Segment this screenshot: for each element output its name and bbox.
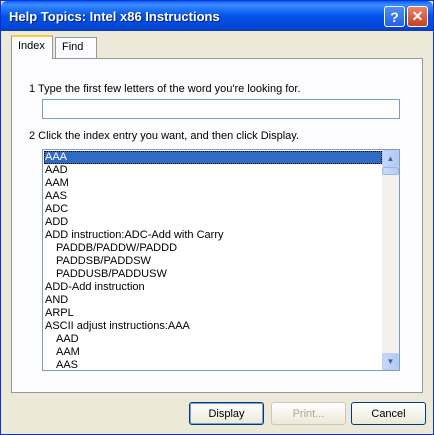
print-button[interactable]: Print... (271, 402, 346, 425)
index-list-item[interactable]: AAM (44, 177, 382, 190)
index-list-item[interactable]: AAM (44, 346, 382, 359)
cancel-button[interactable]: Cancel (351, 402, 426, 425)
index-list-item[interactable]: AND (44, 294, 382, 307)
display-button[interactable]: Display (189, 402, 264, 425)
index-list: AAA AAD AAM AAS ADC ADD ADD instruction:ADC-Ad… (44, 151, 382, 370)
scroll-up-icon[interactable]: ▲ (382, 150, 399, 167)
step1-instruction: 1 Type the first few letters of the word… (29, 83, 301, 95)
scroll-down-icon[interactable]: ▼ (382, 353, 399, 370)
index-list-item[interactable]: AAD (44, 333, 382, 346)
index-list-item[interactable]: ADD instruction:ADC-Add with Carry (44, 229, 382, 242)
title-bar[interactable]: Help Topics: Intel x86 Instructions ? ✕ (1, 1, 433, 31)
index-list-item[interactable]: PADDSB/PADDSW (44, 255, 382, 268)
tab-find[interactable]: Find (55, 37, 97, 58)
index-list-item[interactable]: AAA (44, 151, 382, 164)
tab-index[interactable]: Index (11, 35, 53, 59)
vertical-scrollbar[interactable]: ▲ ▼ (382, 150, 399, 370)
index-list-item[interactable]: ADD (44, 216, 382, 229)
close-button[interactable]: ✕ (407, 6, 428, 27)
index-list-item[interactable]: AAS (44, 190, 382, 203)
index-list-item[interactable]: AAD (44, 164, 382, 177)
index-list-item[interactable]: AAS (44, 359, 382, 370)
index-list-item[interactable]: ADD-Add instruction (44, 281, 382, 294)
step2-instruction: 2 Click the index entry you want, and th… (29, 130, 300, 142)
search-input[interactable] (42, 99, 400, 119)
help-topics-window: Help Topics: Intel x86 Instructions ? ✕ … (0, 0, 434, 435)
index-list-item[interactable]: ARPL (44, 307, 382, 320)
index-panel: 1 Type the first few letters of the word… (11, 58, 423, 393)
index-list-item[interactable]: PADDUSB/PADDUSW (44, 268, 382, 281)
index-list-item[interactable]: ADC (44, 203, 382, 216)
window-title: Help Topics: Intel x86 Instructions (9, 9, 220, 24)
index-list-item[interactable]: PADDB/PADDW/PADDD (44, 242, 382, 255)
scroll-thumb[interactable] (382, 167, 399, 175)
index-listbox[interactable]: AAA AAD AAM AAS ADC ADD ADD instruction:ADC-Ad… (42, 149, 400, 371)
help-button[interactable]: ? (384, 6, 405, 27)
index-list-item[interactable]: ASCII adjust instructions:AAA (44, 320, 382, 333)
